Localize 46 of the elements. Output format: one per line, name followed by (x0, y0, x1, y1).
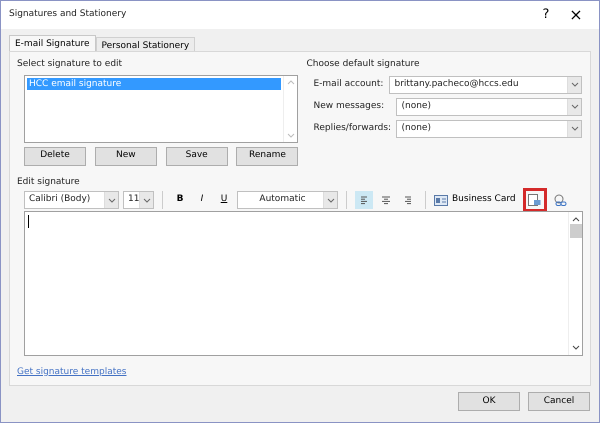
tab[interactable]: E-mail Signature (9, 35, 96, 51)
ok-button[interactable]: OK (458, 392, 520, 411)
action-button[interactable]: Save (166, 146, 228, 166)
chevron-down-icon (570, 104, 579, 109)
align-left-button[interactable] (355, 191, 373, 209)
action-button[interactable]: Delete (24, 146, 86, 166)
section-label: Edit signature (17, 176, 81, 188)
tab[interactable]: Personal Stationery (96, 37, 196, 51)
color-dropdown[interactable]: Automatic (237, 191, 338, 209)
close-button[interactable]: × (561, 3, 591, 27)
font-dropdown[interactable]: Calibri (Body) (24, 191, 119, 209)
action-button[interactable]: Rename (236, 146, 298, 166)
italic-button[interactable]: I (193, 191, 211, 209)
dropdown-field[interactable]: (none) (396, 98, 582, 116)
field-label: Replies/forwards: (313, 122, 392, 135)
signature-templates-link[interactable]: Get signature templates (17, 366, 126, 376)
cancel-button[interactable]: Cancel (528, 392, 590, 411)
contact-card-icon (434, 194, 448, 206)
help-button[interactable]: ? (531, 3, 561, 27)
scroll-down-icon[interactable] (572, 344, 580, 350)
picture-icon (528, 194, 542, 206)
link-icon (553, 194, 568, 206)
size-dropdown[interactable]: 11 (123, 191, 154, 209)
scroll-up-icon[interactable] (572, 216, 580, 222)
underline-button[interactable]: U (215, 191, 233, 209)
bold-button[interactable]: B (171, 191, 189, 209)
chevron-down-icon (108, 198, 116, 202)
align-left-icon (359, 196, 369, 204)
text-cursor (28, 215, 29, 228)
field-label: E-mail account: (313, 78, 384, 91)
section-label: Select signature to edit (17, 58, 124, 71)
chevron-down-icon (142, 198, 151, 202)
section-label: Choose default signature (306, 58, 420, 71)
window-title: Signatures and Stationery (9, 8, 126, 22)
align-center-icon (381, 196, 391, 204)
field-label: New messages: (313, 100, 386, 113)
chevron-down-icon (570, 82, 579, 87)
action-button[interactable]: New (94, 146, 157, 166)
business-card-button[interactable]: Business Card (434, 191, 516, 209)
chevron-down-icon (570, 126, 579, 131)
scrollbar-thumb[interactable] (570, 224, 582, 238)
chevron-down-icon (326, 198, 334, 202)
dropdown-field[interactable]: brittany.pacheco@hccs.edu (389, 76, 582, 94)
align-right-icon (403, 196, 413, 204)
dropdown-field[interactable]: (none) (396, 120, 582, 138)
insert-picture-button[interactable] (526, 191, 544, 209)
